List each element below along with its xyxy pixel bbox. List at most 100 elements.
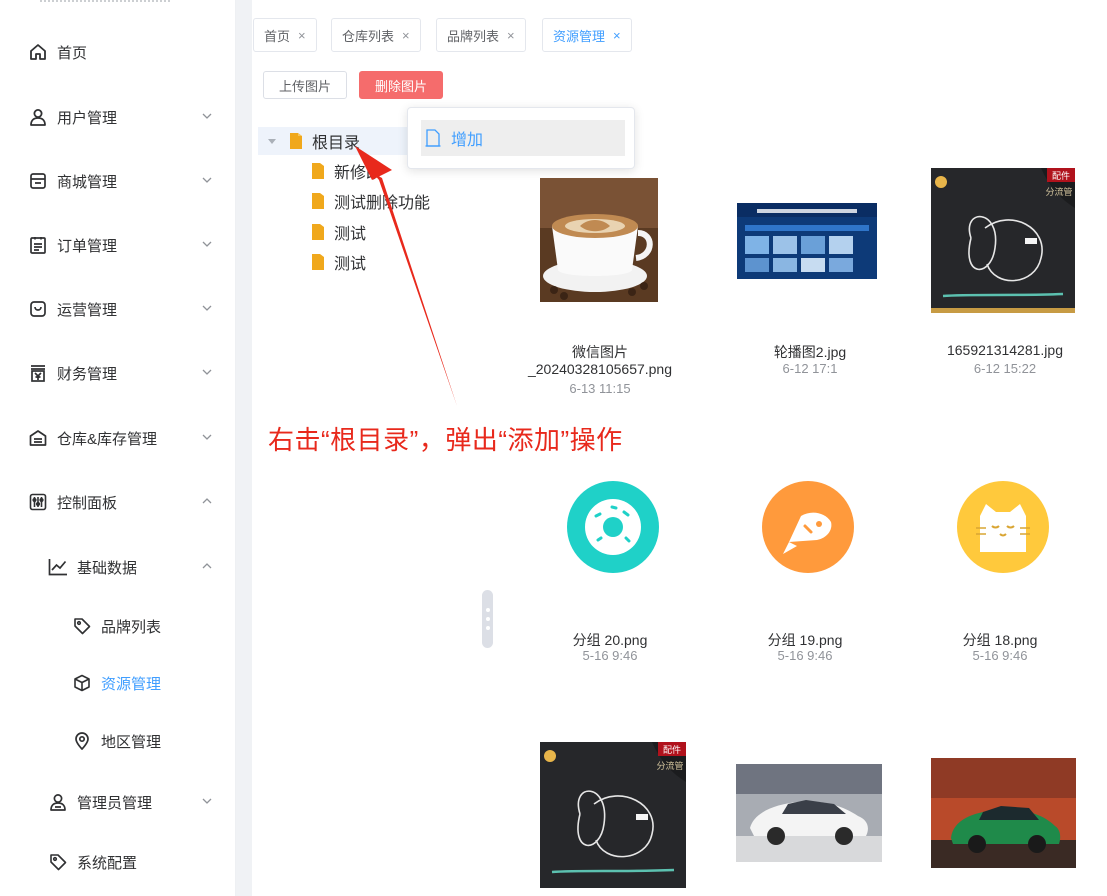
tab-home[interactable]: 首页 ×	[253, 18, 317, 52]
sidebar-item-orders[interactable]: 订单管理	[0, 225, 236, 265]
tree-node-root[interactable]: 根目录	[258, 127, 418, 155]
sidebar-item-label: 订单管理	[57, 237, 118, 255]
image-card[interactable]: 微信图片 _20240328105657.png 6-13 11:15	[520, 170, 680, 400]
sidebar-item-shop[interactable]: 商城管理	[0, 161, 236, 201]
sidebar-item-label: 系统配置	[77, 854, 138, 872]
sidebar-item-label: 管理员管理	[77, 794, 153, 812]
close-icon[interactable]: ×	[298, 28, 306, 43]
image-card[interactable]	[931, 758, 1076, 868]
admin-icon	[48, 792, 68, 812]
close-icon[interactable]: ×	[402, 28, 410, 43]
sidebar-item-users[interactable]: 用户管理	[0, 97, 236, 137]
image-card[interactable]: 配件 分流管 165921314281.jpg 6-12 15:22	[905, 165, 1085, 400]
sidebar-item-operations[interactable]: 运营管理	[0, 289, 236, 329]
shop-icon	[28, 171, 48, 191]
image-thumbnail-green-car	[931, 758, 1076, 868]
cat-icon	[956, 480, 1050, 574]
tab-label: 资源管理	[553, 28, 606, 44]
tag-icon	[48, 852, 68, 872]
image-thumbnail-banner	[737, 203, 877, 279]
image-card[interactable]: 配件 分流管	[540, 742, 686, 888]
donut-icon	[566, 480, 660, 574]
delete-image-button[interactable]: 删除图片	[359, 71, 443, 99]
sidebar-item-resource-management[interactable]: 资源管理	[0, 663, 236, 703]
tab-resource-management[interactable]: 资源管理 ×	[542, 18, 632, 52]
sidebar-item-label: 仓库&库存管理	[57, 430, 158, 448]
chevron-down-icon	[200, 430, 214, 444]
tree-node-label: 测试	[334, 226, 367, 243]
layout-divider	[236, 0, 252, 896]
tree-node-child[interactable]: 新修改	[300, 157, 382, 185]
location-icon	[72, 731, 92, 751]
upload-image-button[interactable]: 上传图片	[263, 71, 347, 99]
image-card[interactable]: 分组 19.png 5-16 9:46	[715, 470, 895, 670]
sidebar-item-admins[interactable]: 管理员管理	[0, 782, 236, 822]
image-thumbnail-product: 配件 分流管	[931, 168, 1075, 313]
tree-node-label: 新修改	[334, 165, 383, 182]
resize-handle[interactable]	[482, 590, 493, 648]
context-menu: 增加	[407, 107, 635, 169]
image-card[interactable]	[736, 764, 882, 862]
sidebar-item-label: 基础数据	[77, 559, 138, 577]
image-thumbnail-coffee	[540, 178, 658, 302]
sidebar-item-region[interactable]: 地区管理	[0, 721, 236, 761]
operation-icon	[28, 299, 48, 319]
sidebar-item-finance[interactable]: 财务管理	[0, 353, 236, 393]
context-menu-add[interactable]: 增加	[421, 120, 625, 156]
image-card[interactable]: 轮播图2.jpg 6-12 17:1	[720, 170, 900, 400]
tree-node-label: 根目录	[312, 135, 361, 152]
tab-label: 仓库列表	[342, 28, 395, 44]
order-icon	[28, 235, 48, 255]
tab-label: 品牌列表	[447, 28, 500, 44]
sidebar-item-label: 首页	[57, 44, 88, 62]
tab-brand-list[interactable]: 品牌列表 ×	[436, 18, 526, 52]
folder-icon	[312, 254, 324, 270]
image-name: 分组 20.png	[572, 632, 648, 648]
home-icon	[28, 42, 48, 62]
sidebar-item-basic-data[interactable]: 基础数据	[0, 547, 236, 587]
sidebar-item-control-panel[interactable]: 控制面板	[0, 482, 236, 522]
badge-text: 分流管	[656, 760, 683, 772]
badge-text: 配件	[663, 744, 681, 756]
chevron-up-icon	[200, 559, 214, 573]
chevron-down-icon	[200, 237, 214, 251]
image-name: _20240328105657.png	[527, 361, 673, 377]
badge-text: 配件	[1052, 170, 1070, 182]
sidebar-item-label: 控制面板	[57, 494, 118, 512]
caret-down-icon[interactable]	[266, 135, 278, 147]
sidebar-item-label: 财务管理	[57, 365, 118, 383]
image-name: 分组 18.png	[962, 632, 1038, 648]
image-date: 5-16 9:46	[582, 648, 638, 663]
chevron-up-icon	[200, 494, 214, 508]
tree-node-child[interactable]: 测试删除功能	[300, 187, 430, 215]
image-date: 5-16 9:46	[777, 648, 833, 663]
image-name: 分组 19.png	[767, 632, 843, 648]
tree-node-child[interactable]: 测试	[300, 248, 366, 276]
image-card[interactable]: 分组 20.png 5-16 9:46	[520, 470, 700, 670]
sidebar-item-home[interactable]: 首页	[0, 32, 236, 72]
image-name: 165921314281.jpg	[946, 342, 1063, 358]
chevron-down-icon	[200, 794, 214, 808]
folder-icon	[312, 224, 324, 240]
image-name: 微信图片	[572, 344, 628, 360]
close-icon[interactable]: ×	[507, 28, 515, 43]
image-date: 6-12 15:22	[973, 361, 1037, 376]
chevron-down-icon	[200, 173, 214, 187]
sidebar-item-label: 用户管理	[57, 109, 118, 127]
finance-icon	[28, 363, 48, 383]
image-date: 5-16 9:46	[972, 648, 1028, 663]
sidebar-item-brand-list[interactable]: 品牌列表	[0, 606, 236, 646]
tab-warehouse-list[interactable]: 仓库列表 ×	[331, 18, 421, 52]
image-name: 轮播图2.jpg	[773, 344, 847, 360]
image-card[interactable]: 分组 18.png 5-16 9:46	[910, 470, 1090, 670]
sidebar-item-warehouse[interactable]: 仓库&库存管理	[0, 418, 236, 458]
sidebar-item-label: 运营管理	[57, 301, 118, 319]
close-icon[interactable]: ×	[613, 28, 621, 43]
context-menu-label: 增加	[451, 132, 484, 149]
tab-label: 首页	[264, 28, 291, 44]
folder-icon	[312, 193, 324, 209]
tree-node-child[interactable]: 测试	[300, 218, 366, 246]
chevron-down-icon	[200, 109, 214, 123]
sidebar-item-system-config[interactable]: 系统配置	[0, 842, 236, 882]
sidebar: 首页 用户管理 商城管理 订单管理 运营管理 财务管理 仓库&库存管理 控制面板…	[0, 0, 236, 896]
